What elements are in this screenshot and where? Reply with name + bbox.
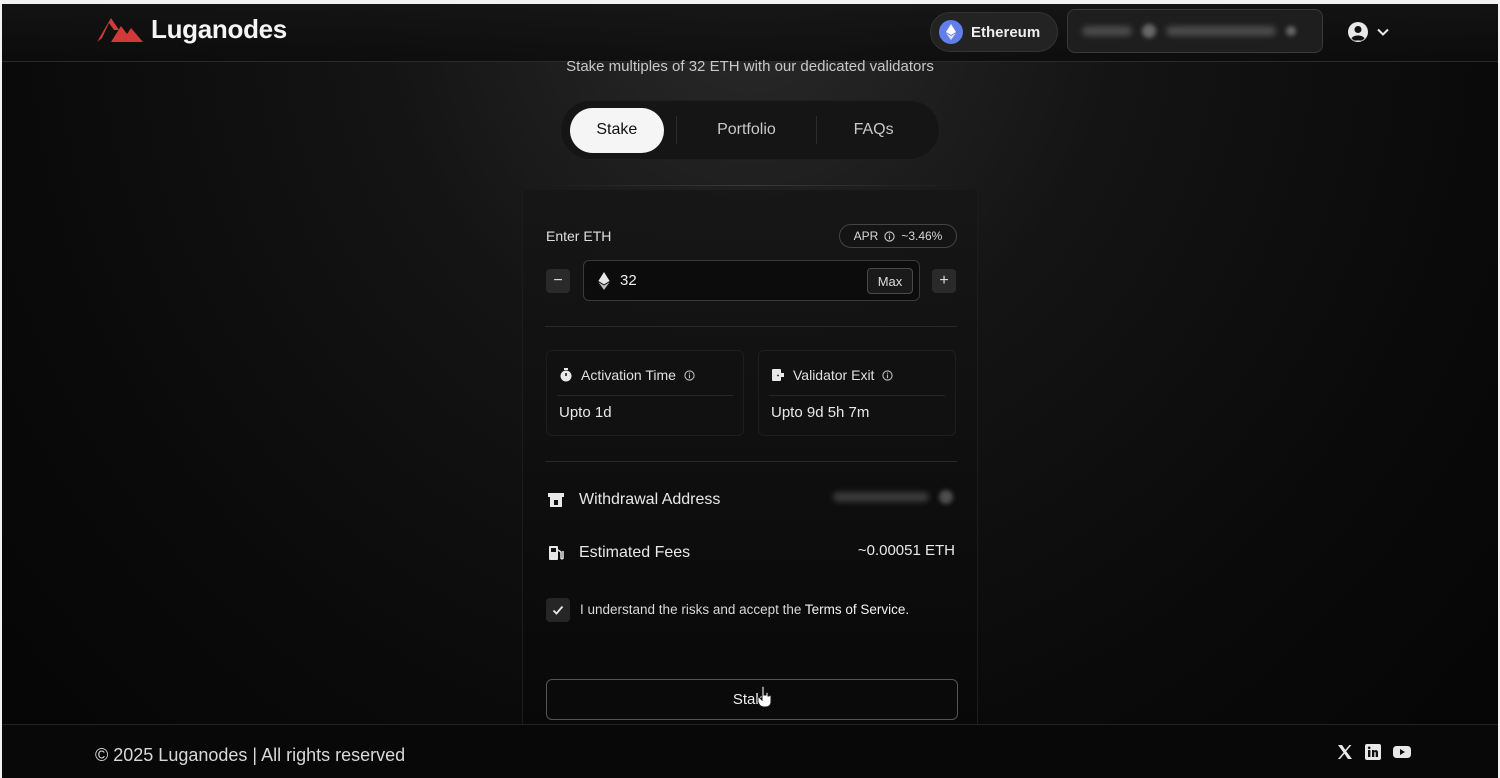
activation-time-header: Activation Time — [559, 367, 695, 383]
info-icon[interactable] — [882, 369, 894, 381]
validator-exit-card: Validator Exit Upto 9d 5h 7m — [758, 350, 956, 436]
apr-label: APR — [853, 229, 879, 243]
linkedin-icon[interactable] — [1364, 743, 1382, 761]
validator-exit-label: Validator Exit — [793, 367, 875, 383]
apr-value: ~3.46% — [901, 229, 943, 243]
tab-portfolio[interactable]: Portfolio — [677, 108, 817, 153]
eth-amount-input[interactable] — [620, 272, 820, 289]
max-button[interactable]: Max — [867, 268, 913, 294]
ethereum-icon — [939, 20, 963, 44]
social-links — [1336, 743, 1412, 761]
page-left-border — [0, 0, 2, 778]
section-divider — [545, 461, 957, 462]
activation-time-label: Activation Time — [581, 367, 676, 383]
blurred-address — [833, 492, 929, 502]
hand-cursor-icon — [757, 686, 772, 708]
copyright-text: © 2025 Luganodes | All rights reserved — [95, 745, 406, 765]
terms-prefix: I understand the risks and accept the — [580, 602, 802, 617]
connected-wallet[interactable] — [1067, 9, 1323, 53]
page-footer: © 2025 Luganodes | All rights reserved — [2, 724, 1498, 778]
exit-door-icon — [772, 369, 784, 381]
withdrawal-address-label: Withdrawal Address — [579, 491, 721, 508]
estimated-fees-row: Estimated Fees — [547, 544, 690, 562]
tab-stake[interactable]: Stake — [570, 107, 664, 153]
estimated-fees-value: ~0.00051 ETH — [857, 542, 955, 559]
gas-pump-icon — [549, 546, 564, 560]
copy-icon[interactable] — [939, 490, 953, 504]
section-divider — [545, 326, 957, 327]
wallet-blurred-text — [1082, 26, 1132, 36]
tabs-underline — [540, 185, 960, 186]
brand-name: Luganodes — [151, 14, 287, 44]
hero-subtitle: Stake multiples of 32 ETH with our dedic… — [566, 58, 934, 75]
checkmark-icon — [552, 605, 564, 615]
activation-time-value: Upto 1d — [559, 404, 612, 421]
user-circle-icon — [1348, 22, 1368, 42]
increment-button[interactable]: + — [932, 269, 956, 293]
wallet-blurred-address — [1166, 26, 1276, 36]
terms-checkbox[interactable] — [546, 598, 570, 622]
validator-exit-value: Upto 9d 5h 7m — [771, 404, 870, 421]
enter-eth-label: Enter ETH — [546, 228, 612, 244]
withdrawal-address-value — [833, 490, 953, 504]
info-icon[interactable] — [684, 369, 695, 381]
wallet-blurred-icon — [1286, 26, 1296, 36]
terms-of-service-link[interactable]: Terms of Service. — [805, 602, 909, 617]
stake-submit-button[interactable]: Stake — [546, 679, 958, 720]
chevron-down-icon — [1377, 28, 1389, 36]
activation-time-card: Activation Time Upto 1d — [546, 350, 744, 436]
estimated-fees-label: Estimated Fees — [579, 544, 691, 561]
x-icon[interactable] — [1336, 743, 1354, 761]
network-selector[interactable]: Ethereum — [930, 12, 1058, 52]
stake-card: Enter ETH APR ~3.46% − Max + Activation … — [522, 190, 978, 730]
tab-bar: Stake Portfolio FAQs — [560, 100, 940, 160]
stopwatch-icon — [560, 368, 572, 382]
card-divider — [557, 395, 733, 396]
card-divider — [769, 395, 945, 396]
bank-icon — [548, 493, 564, 507]
withdrawal-address-row: Withdrawal Address — [547, 491, 720, 509]
validator-exit-header: Validator Exit — [771, 367, 894, 383]
network-label: Ethereum — [971, 23, 1041, 41]
eth-amount-field: Max — [583, 260, 920, 301]
decrement-button[interactable]: − — [546, 269, 570, 293]
account-menu[interactable] — [1346, 20, 1390, 44]
apr-badge: APR ~3.46% — [839, 224, 957, 248]
wallet-blurred-avatar — [1142, 24, 1156, 38]
info-icon[interactable] — [884, 230, 895, 242]
luganodes-logo-icon — [97, 17, 143, 42]
brand-logo[interactable]: Luganodes — [97, 14, 287, 45]
youtube-icon[interactable] — [1392, 744, 1412, 760]
ethereum-icon — [598, 271, 610, 290]
terms-text: I understand the risks and accept the Te… — [580, 602, 909, 617]
tab-faqs[interactable]: FAQs — [817, 108, 930, 153]
top-nav: Luganodes Ethereum — [2, 4, 1498, 62]
